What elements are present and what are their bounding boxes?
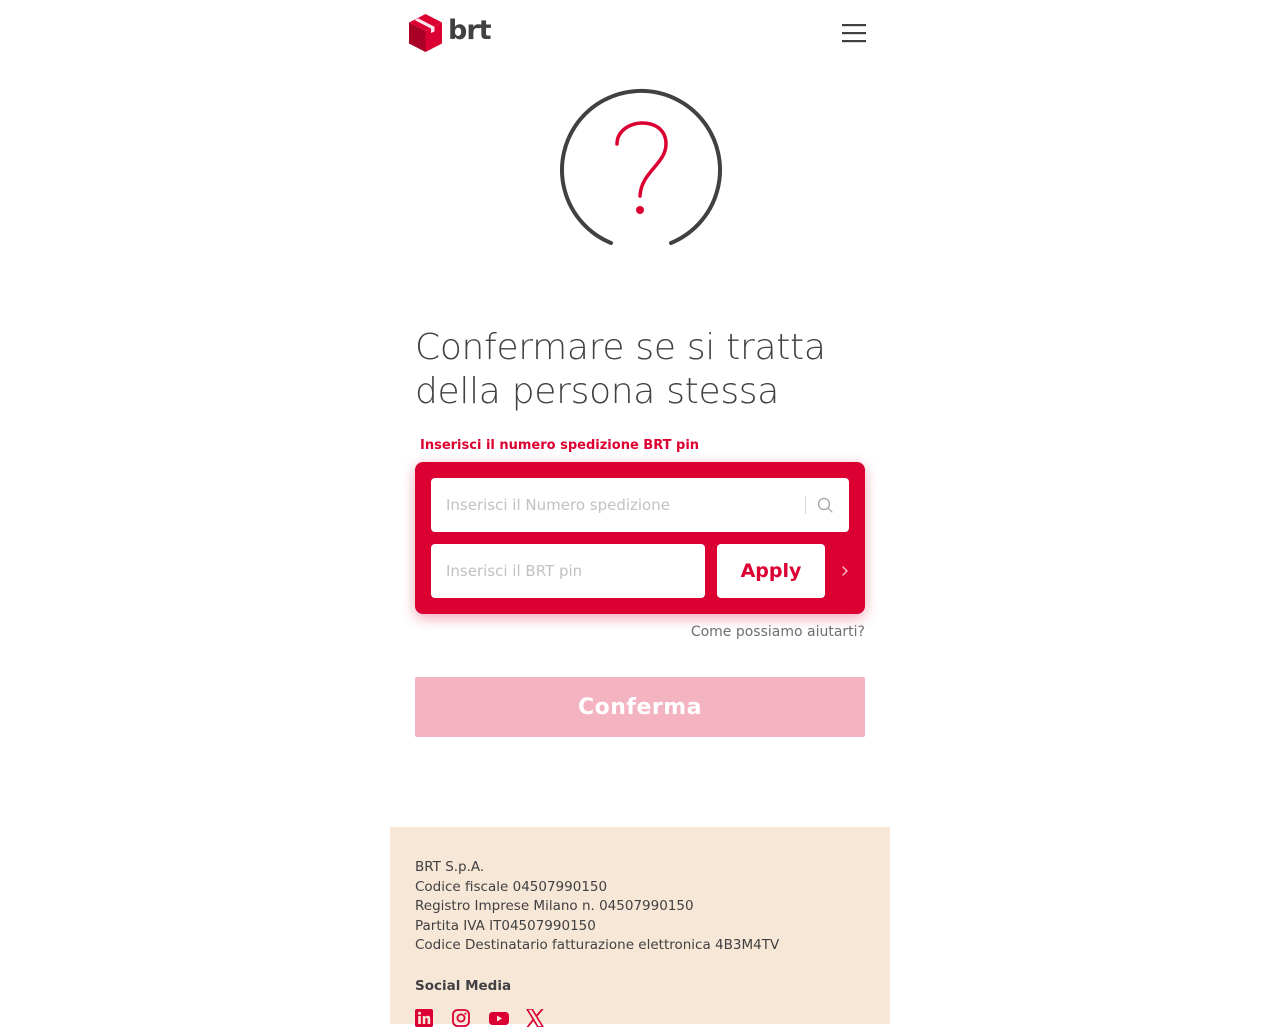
question-circle-icon bbox=[560, 89, 722, 245]
shipment-number-wrapper bbox=[431, 478, 849, 532]
tracking-field-label: Inserisci il numero spedizione BRT pin bbox=[420, 438, 700, 453]
help-link[interactable]: Come possiamo aiutarti? bbox=[691, 624, 865, 640]
brt-cube-icon bbox=[409, 14, 442, 52]
company-info: BRT S.p.A. Codice fiscale 04507990150 Re… bbox=[415, 858, 779, 956]
input-divider bbox=[805, 496, 806, 514]
tracking-form: Apply bbox=[415, 462, 865, 614]
chevron-right-icon[interactable] bbox=[839, 564, 851, 578]
social-links bbox=[415, 1008, 544, 1028]
apply-button[interactable]: Apply bbox=[717, 544, 825, 598]
instagram-icon[interactable] bbox=[452, 1009, 470, 1027]
company-name: BRT S.p.A. bbox=[415, 859, 485, 875]
company-register: Registro Imprese Milano n. 04507990150 bbox=[415, 898, 694, 914]
page: brt Confermare se si tratta della person… bbox=[390, 0, 890, 1028]
e-invoice-code: Codice Destinatario fatturazione elettro… bbox=[415, 937, 780, 953]
menu-button[interactable] bbox=[839, 18, 869, 48]
confirm-button[interactable]: Conferma bbox=[415, 677, 865, 737]
social-media-title: Social Media bbox=[415, 978, 512, 994]
brt-pin-input[interactable] bbox=[431, 544, 705, 598]
pin-wrapper bbox=[431, 544, 705, 598]
page-title: Confermare se si tratta della persona st… bbox=[415, 327, 826, 412]
vat-number: Partita IVA IT04507990150 bbox=[415, 917, 596, 934]
footer: BRT S.p.A. Codice fiscale 04507990150 Re… bbox=[390, 827, 890, 1028]
logo-text: brt bbox=[448, 15, 492, 46]
brt-logo[interactable]: brt bbox=[409, 14, 492, 52]
linkedin-icon[interactable] bbox=[415, 1009, 433, 1027]
tax-code: Codice fiscale 04507990150 bbox=[415, 878, 608, 895]
search-icon[interactable] bbox=[817, 497, 833, 513]
shipment-number-input[interactable] bbox=[431, 478, 849, 532]
youtube-icon[interactable] bbox=[489, 1009, 509, 1027]
header: brt bbox=[390, 0, 890, 66]
x-icon[interactable] bbox=[526, 1008, 544, 1028]
hamburger-menu-icon bbox=[842, 24, 866, 43]
